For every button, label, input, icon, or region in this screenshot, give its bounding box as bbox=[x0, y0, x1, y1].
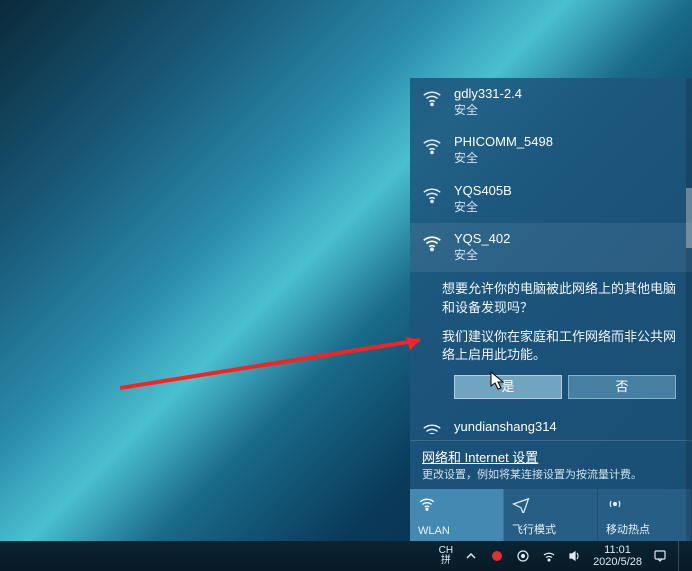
taskbar: CH 拼 11:01 2020/5/28 bbox=[0, 541, 692, 571]
network-item[interactable]: gdly331-2.4 安全 bbox=[410, 78, 692, 126]
quick-action-tiles: WLAN 飞行模式 移动热点 bbox=[410, 489, 692, 541]
network-item[interactable]: yundianshang314 安全 bbox=[410, 411, 692, 434]
tray-chevron-icon[interactable] bbox=[463, 548, 479, 564]
panel-scrollbar[interactable] bbox=[686, 78, 692, 541]
clock-time: 11:01 bbox=[604, 544, 631, 556]
wifi-icon bbox=[420, 183, 444, 207]
settings-title: 网络和 Internet 设置 bbox=[422, 449, 680, 467]
airplane-mode-tile[interactable]: 飞行模式 bbox=[504, 489, 598, 541]
network-security: 安全 bbox=[454, 103, 522, 119]
wlan-tile[interactable]: WLAN bbox=[410, 489, 504, 541]
settings-subtitle: 更改设置，例如将某连接设置为按流量计费。 bbox=[422, 468, 680, 483]
network-security: 安全 bbox=[454, 248, 510, 264]
mobile-hotspot-tile[interactable]: 移动热点 bbox=[598, 489, 692, 541]
ime-indicator[interactable]: CH 拼 bbox=[439, 546, 453, 566]
tile-label: 飞行模式 bbox=[512, 521, 589, 537]
tile-label: 移动热点 bbox=[606, 521, 683, 537]
wifi-icon bbox=[420, 134, 444, 158]
network-flyout-panel: gdly331-2.4 安全 PHICOMM_5498 安全 YQS405B 安… bbox=[410, 78, 692, 541]
network-name: YQS_402 bbox=[454, 231, 510, 248]
tray-record-icon[interactable] bbox=[489, 548, 505, 564]
no-button[interactable]: 否 bbox=[568, 375, 676, 399]
network-name: gdly331-2.4 bbox=[454, 86, 522, 103]
taskbar-clock[interactable]: 11:01 2020/5/28 bbox=[593, 544, 642, 568]
notifications-icon[interactable] bbox=[652, 548, 668, 564]
tile-label: WLAN bbox=[418, 525, 495, 537]
network-settings-link[interactable]: 网络和 Internet 设置 更改设置，例如将某连接设置为按流量计费。 bbox=[410, 441, 692, 489]
clock-date: 2020/5/28 bbox=[593, 556, 642, 568]
tray-volume-icon[interactable] bbox=[567, 548, 583, 564]
scrollbar-thumb[interactable] bbox=[686, 188, 692, 248]
hotspot-icon bbox=[606, 495, 683, 515]
wifi-icon bbox=[420, 231, 444, 255]
wifi-icon bbox=[418, 495, 495, 515]
tray-network-icon[interactable] bbox=[541, 548, 557, 564]
network-list: gdly331-2.4 安全 PHICOMM_5498 安全 YQS405B 安… bbox=[410, 78, 692, 434]
tray-location-icon[interactable] bbox=[515, 548, 531, 564]
network-name: YQS405B bbox=[454, 183, 512, 200]
wifi-icon bbox=[420, 86, 444, 110]
network-name: yundianshang314 bbox=[454, 419, 557, 434]
annotation-arrow bbox=[120, 330, 440, 390]
network-name: PHICOMM_5498 bbox=[454, 134, 553, 151]
prompt-line-2: 我们建议你在家庭和工作网络而非公共网络上启用此功能。 bbox=[442, 328, 676, 366]
ime-mode: 拼 bbox=[441, 556, 451, 566]
network-security: 安全 bbox=[454, 200, 512, 216]
network-item[interactable]: PHICOMM_5498 安全 bbox=[410, 126, 692, 174]
prompt-line-1: 想要允许你的电脑被此网络上的其他电脑和设备发现吗？ bbox=[442, 280, 676, 318]
network-discovery-prompt: 想要允许你的电脑被此网络上的其他电脑和设备发现吗？ 我们建议你在家庭和工作网络而… bbox=[410, 272, 692, 411]
network-item-selected[interactable]: YQS_402 安全 bbox=[410, 223, 692, 271]
network-security: 安全 bbox=[454, 151, 553, 167]
show-desktop-button[interactable] bbox=[678, 541, 684, 571]
airplane-icon bbox=[512, 495, 589, 515]
yes-button[interactable]: 是 bbox=[454, 375, 562, 399]
wifi-icon bbox=[420, 419, 444, 434]
network-item[interactable]: YQS405B 安全 bbox=[410, 175, 692, 223]
